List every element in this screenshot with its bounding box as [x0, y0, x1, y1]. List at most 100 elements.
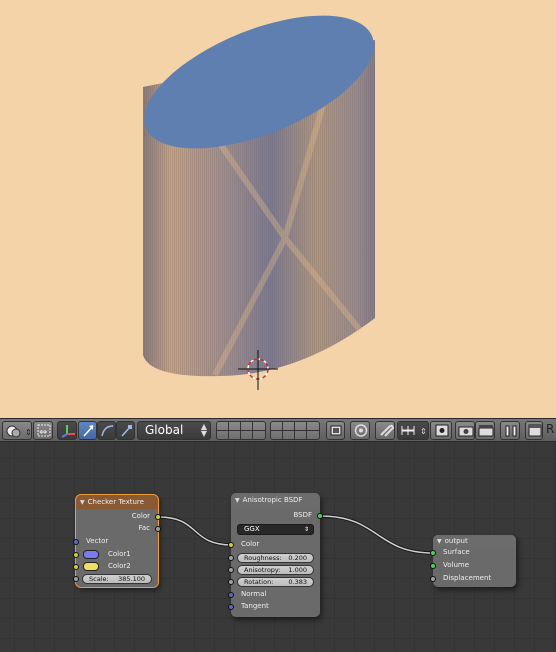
node-title: Checker Texture	[87, 498, 144, 506]
node-editor[interactable]: ▼ Checker Texture Color Fac Vector Color1…	[0, 442, 556, 652]
viewport-header: ⇕ ⇔ Global ▲ ▼ ⇕ R	[0, 418, 556, 442]
output-socket-fac[interactable]	[155, 526, 161, 532]
manipulator-toggle[interactable]	[57, 421, 77, 440]
node-title: Anisotropic BSDF	[242, 496, 303, 504]
material-output-node[interactable]: ▼ output Surface Volume Displacement	[430, 535, 516, 587]
select-arrows-icon: ▲ ▼	[200, 422, 207, 438]
layers-lock-icon	[330, 425, 342, 436]
output-socket-color[interactable]	[155, 514, 161, 520]
input-socket-vector[interactable]	[73, 539, 79, 545]
input-label-tangent: Tangent	[241, 602, 269, 610]
roughness-value: 0.200	[288, 554, 307, 562]
distribution-dropdown[interactable]: GGX ⇕	[237, 524, 314, 535]
input-label-color1: Color1	[108, 550, 131, 558]
color1-swatch[interactable]	[83, 550, 99, 559]
anisotropy-label: Anisotropy:	[244, 566, 281, 574]
rotation-field[interactable]: Rotation: 0.383	[237, 577, 314, 587]
transform-orientation-select[interactable]: Global ▲ ▼	[137, 421, 211, 440]
anisotropic-bsdf-node[interactable]: ▼ Anisotropic BSDF BSDF GGX ⇕ Color Rough…	[228, 493, 323, 617]
3d-viewport[interactable]	[0, 0, 556, 418]
header-truncated-label: R	[546, 422, 555, 436]
node-header[interactable]: ▼ Checker Texture	[76, 495, 158, 509]
scale-manipulator-button[interactable]	[116, 421, 135, 440]
input-label-color: Color	[241, 540, 260, 548]
output-label-bsdf: BSDF	[293, 511, 312, 519]
output-label-color: Color	[131, 512, 150, 520]
collapse-triangle-icon[interactable]: ▼	[235, 497, 240, 504]
svg-text:⇔: ⇔	[39, 427, 47, 438]
svg-text:⇕: ⇕	[25, 428, 32, 437]
anisotropy-field[interactable]: Anisotropy: 1.000	[237, 565, 314, 575]
cylinder-object[interactable]	[126, 0, 391, 377]
manipulator-icon	[61, 425, 75, 438]
render-animation-button[interactable]	[475, 421, 495, 440]
scale-label: Scale:	[89, 575, 109, 583]
viewport-shading-button[interactable]: ⇕	[2, 421, 32, 440]
scale-field[interactable]: Scale: 385.100	[82, 574, 152, 584]
pause-icon	[505, 425, 517, 437]
snap-target-icon	[435, 424, 449, 437]
input-socket-surface[interactable]	[430, 550, 436, 556]
input-socket-roughness[interactable]	[228, 555, 234, 561]
translate-manipulator-button[interactable]	[78, 421, 97, 440]
snap-increment-icon: ⇕	[401, 426, 427, 436]
snap-target-button[interactable]	[430, 421, 452, 440]
rotate-icon	[101, 425, 114, 437]
anisotropy-value: 1.000	[288, 566, 307, 574]
checker-texture-node[interactable]: ▼ Checker Texture Color Fac Vector Color1…	[73, 494, 161, 588]
output-label-fac: Fac	[138, 524, 150, 532]
collapse-triangle-icon[interactable]: ▼	[437, 538, 442, 545]
shading-icon: ⇕	[6, 425, 32, 438]
rotation-value: 0.383	[288, 578, 307, 586]
camera-icon	[458, 426, 474, 437]
input-label-color2: Color2	[108, 562, 131, 570]
color2-swatch[interactable]	[83, 562, 99, 571]
render-region-button[interactable]	[525, 421, 543, 440]
input-socket-tangent[interactable]	[228, 604, 234, 610]
input-socket-scale[interactable]	[73, 576, 79, 582]
distribution-value: GGX	[244, 525, 260, 533]
arrow-icon	[83, 425, 94, 437]
input-socket-color[interactable]	[228, 542, 234, 548]
input-socket-volume[interactable]	[430, 563, 436, 569]
input-socket-rotation[interactable]	[228, 579, 234, 585]
scale-value: 385.100	[118, 575, 145, 583]
scene-layers-right[interactable]	[270, 421, 320, 440]
input-socket-color1[interactable]	[73, 552, 79, 558]
transform-orientation-label: Global	[145, 423, 184, 437]
snap-toggle-button[interactable]	[375, 421, 395, 440]
output-socket-bsdf[interactable]	[317, 513, 323, 519]
snap-element-select[interactable]: ⇕	[397, 421, 429, 440]
pivot-point-button[interactable]: ⇔	[33, 421, 53, 440]
proportional-edit-icon	[354, 424, 368, 437]
node-header[interactable]: ▼ Anisotropic BSDF	[231, 493, 320, 507]
pivot-icon: ⇔	[37, 424, 51, 438]
input-socket-color2[interactable]	[73, 564, 79, 570]
input-socket-displacement[interactable]	[430, 576, 436, 582]
clapperboard-icon	[478, 425, 494, 437]
magnet-icon	[380, 424, 395, 437]
pause-button[interactable]	[500, 421, 520, 440]
rotation-label: Rotation:	[244, 578, 274, 586]
input-socket-normal[interactable]	[228, 592, 234, 598]
input-socket-anisotropy[interactable]	[228, 567, 234, 573]
lock-to-scene-button[interactable]	[326, 421, 345, 440]
roughness-field[interactable]: Roughness: 0.200	[237, 553, 314, 563]
render-opengl-button[interactable]	[455, 421, 475, 440]
dropdown-arrows-icon: ⇕	[303, 526, 309, 533]
rotate-manipulator-button[interactable]	[97, 421, 116, 440]
input-label-normal: Normal	[241, 590, 267, 598]
input-label-displacement: Displacement	[443, 574, 492, 582]
input-label-surface: Surface	[443, 548, 470, 556]
node-header[interactable]: ▼ output	[433, 535, 516, 547]
svg-text:⇕: ⇕	[420, 427, 427, 436]
node-title: output	[444, 537, 468, 545]
window-icon	[528, 424, 542, 437]
scale-icon	[121, 425, 132, 437]
proportional-edit-button[interactable]	[350, 421, 370, 440]
input-label-vector: Vector	[86, 537, 109, 545]
viewport-scene	[126, 0, 391, 390]
collapse-triangle-icon[interactable]: ▼	[80, 499, 85, 506]
scene-layers-left[interactable]	[216, 421, 266, 440]
roughness-label: Roughness:	[244, 554, 282, 562]
